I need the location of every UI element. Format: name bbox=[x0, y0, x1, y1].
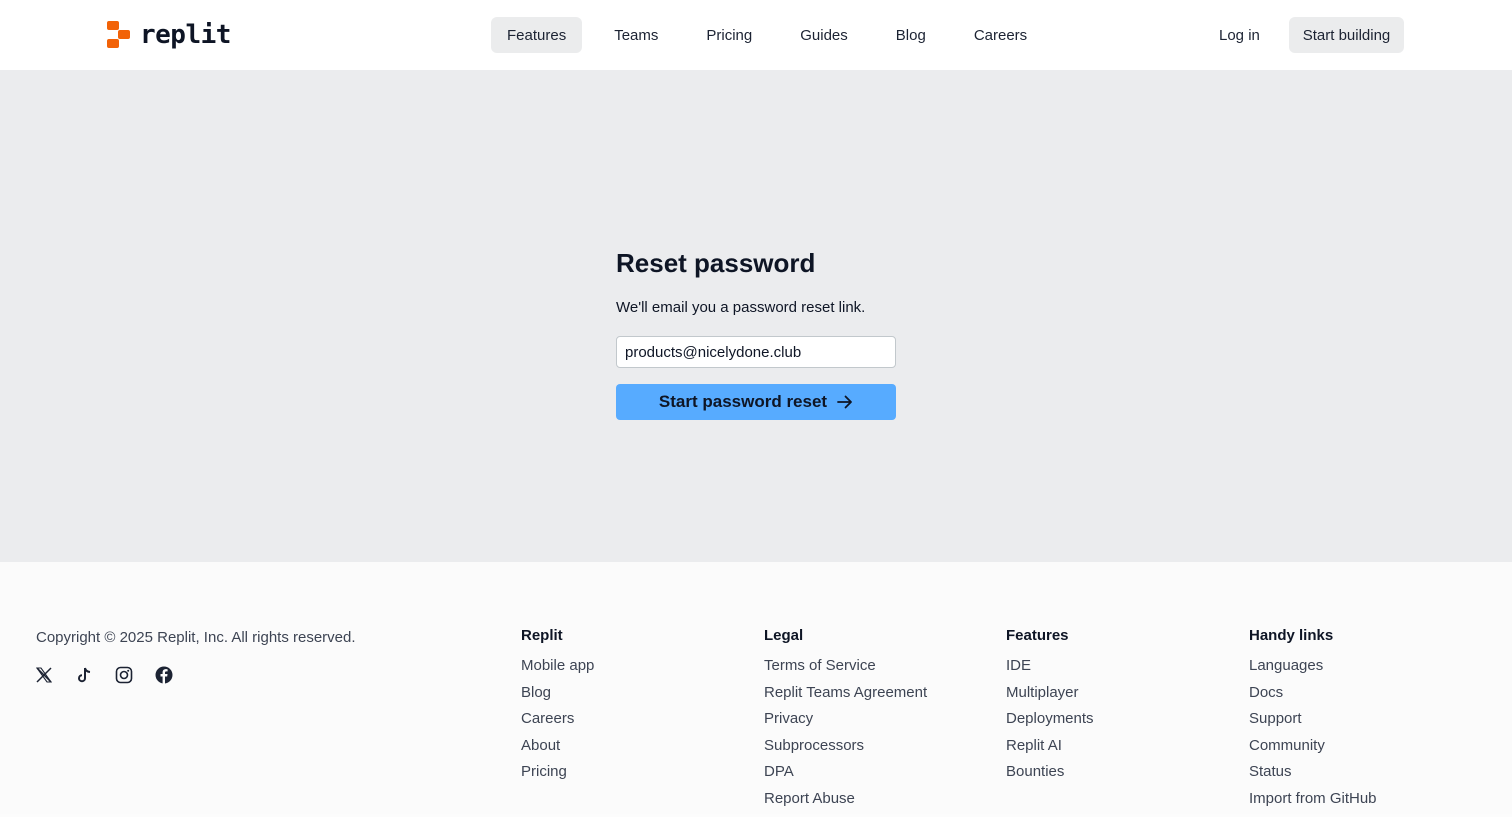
footer-link-replit-ai[interactable]: Replit AI bbox=[1006, 737, 1094, 755]
footer-link-community[interactable]: Community bbox=[1249, 737, 1377, 755]
footer-link-careers[interactable]: Careers bbox=[521, 710, 594, 728]
nav-guides[interactable]: Guides bbox=[784, 17, 864, 53]
main-nav: Features Teams Pricing Guides Blog Caree… bbox=[491, 17, 1059, 53]
footer-link-status[interactable]: Status bbox=[1249, 763, 1377, 781]
footer-link-mobile-app[interactable]: Mobile app bbox=[521, 657, 594, 675]
instagram-icon[interactable] bbox=[115, 666, 133, 684]
page-title: Reset password bbox=[616, 248, 816, 278]
footer-column-handy-links: Handy links Languages Docs Support Commu… bbox=[1249, 627, 1377, 817]
top-nav-bar: replit Features Teams Pricing Guides Blo… bbox=[0, 0, 1512, 70]
reset-password-form: Reset password We'll email you a passwor… bbox=[616, 248, 896, 420]
tiktok-icon[interactable] bbox=[75, 666, 93, 684]
footer-link-privacy[interactable]: Privacy bbox=[764, 710, 927, 728]
footer-link-pricing[interactable]: Pricing bbox=[521, 763, 594, 781]
footer-column-title: Legal bbox=[764, 627, 804, 644]
footer-column-title: Handy links bbox=[1249, 627, 1334, 644]
nav-blog[interactable]: Blog bbox=[880, 17, 942, 53]
x-icon[interactable] bbox=[35, 666, 53, 684]
footer-link-subprocessors[interactable]: Subprocessors bbox=[764, 737, 927, 755]
footer-link-dpa[interactable]: DPA bbox=[764, 763, 927, 781]
nav-careers[interactable]: Careers bbox=[958, 17, 1043, 53]
replit-logo[interactable]: replit bbox=[107, 20, 231, 50]
nav-pricing[interactable]: Pricing bbox=[690, 17, 768, 53]
footer-link-deployments[interactable]: Deployments bbox=[1006, 710, 1094, 728]
login-link[interactable]: Log in bbox=[1203, 17, 1276, 53]
logo-wordmark: replit bbox=[140, 20, 231, 50]
footer-link-languages[interactable]: Languages bbox=[1249, 657, 1377, 675]
footer-column-replit: Replit Mobile app Blog Careers About Pri… bbox=[521, 627, 594, 790]
social-links bbox=[35, 666, 195, 684]
footer-link-ide[interactable]: IDE bbox=[1006, 657, 1094, 675]
footer-column-features: Features IDE Multiplayer Deployments Rep… bbox=[1006, 627, 1094, 790]
footer-column-title: Replit bbox=[521, 627, 563, 644]
footer-link-import-github[interactable]: Import from GitHub bbox=[1249, 790, 1377, 808]
copyright-text: Copyright © 2025 Replit, Inc. All rights… bbox=[36, 629, 356, 646]
facebook-icon[interactable] bbox=[155, 666, 173, 684]
footer-link-report-abuse[interactable]: Report Abuse bbox=[764, 790, 927, 808]
footer-link-blog[interactable]: Blog bbox=[521, 684, 594, 702]
footer: Copyright © 2025 Replit, Inc. All rights… bbox=[0, 562, 1512, 814]
arrow-right-icon bbox=[837, 395, 852, 409]
reset-button-label: Start password reset bbox=[658, 392, 828, 411]
footer-link-multiplayer[interactable]: Multiplayer bbox=[1006, 684, 1094, 702]
start-building-button[interactable]: Start building bbox=[1289, 17, 1404, 53]
footer-link-about[interactable]: About bbox=[521, 737, 594, 755]
replit-logo-icon bbox=[107, 21, 131, 49]
main-content: Reset password We'll email you a passwor… bbox=[0, 70, 1512, 562]
footer-link-bounties[interactable]: Bounties bbox=[1006, 763, 1094, 781]
footer-column-title: Features bbox=[1006, 627, 1069, 644]
footer-link-docs[interactable]: Docs bbox=[1249, 684, 1377, 702]
start-password-reset-button[interactable]: Start password reset bbox=[616, 384, 896, 420]
footer-link-terms[interactable]: Terms of Service bbox=[764, 657, 927, 675]
reset-subtitle: We'll email you a password reset link. bbox=[616, 299, 866, 316]
footer-column-legal: Legal Terms of Service Replit Teams Agre… bbox=[764, 627, 927, 817]
footer-link-teams-agreement[interactable]: Replit Teams Agreement bbox=[764, 684, 927, 702]
email-input[interactable] bbox=[616, 336, 896, 368]
footer-link-support[interactable]: Support bbox=[1249, 710, 1377, 728]
nav-features[interactable]: Features bbox=[491, 17, 583, 53]
nav-teams[interactable]: Teams bbox=[598, 17, 674, 53]
